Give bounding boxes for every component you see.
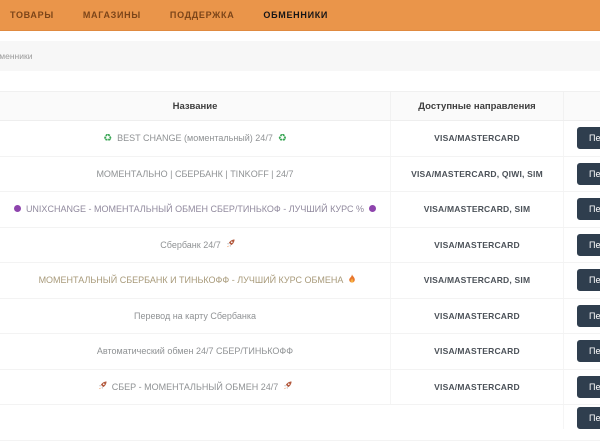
recycle-icon: ♻: [278, 133, 287, 144]
table-row: Сбербанк 24/7 VISA/MASTERCARD Перейти: [0, 228, 600, 264]
rocket-icon: [226, 239, 235, 248]
table-row: UNIXCHANGE - МОМЕНТАЛЬНЫЙ ОБМЕН СБЕР/ТИН…: [0, 192, 600, 228]
column-header-directions: Доступные направления: [390, 92, 563, 120]
nav-item-товары[interactable]: ТОВАРЫ: [10, 10, 54, 20]
exchanger-name-label: МОМЕНТАЛЬНЫЙ СБЕРБАНК И ТИНЬКОФФ - ЛУЧШИ…: [39, 275, 344, 285]
go-button[interactable]: Перейти: [577, 127, 600, 149]
go-button[interactable]: Перейти: [577, 163, 600, 185]
go-button[interactable]: Перейти: [577, 234, 600, 256]
exchanger-directions: VISA/MASTERCARD, QIWI, SIM: [390, 157, 563, 192]
crystal-ball-icon: [14, 205, 21, 212]
exchanger-name-label: СБЕР - МОМЕНТАЛЬНЫЙ ОБМЕН 24/7: [112, 382, 278, 392]
row-action-cell: Перейти: [563, 192, 600, 227]
row-action-cell: Перейти: [563, 157, 600, 192]
go-button[interactable]: Перейти: [577, 269, 600, 291]
exchanger-name-label: Сбербанк 24/7: [160, 240, 220, 250]
nav-item-обменники[interactable]: ОБМЕННИКИ: [263, 10, 328, 20]
go-button[interactable]: Перейти: [577, 376, 600, 398]
exchanger-name: Перевод на карту Сбербанка: [0, 299, 390, 334]
row-action-cell: Перейти: [563, 405, 600, 429]
row-action-cell: Перейти: [563, 370, 600, 405]
rocket-icon: [98, 381, 107, 390]
table-row: Перейти: [0, 405, 600, 441]
exchanger-name: Сбербанк 24/7: [0, 228, 390, 263]
column-header-name: Название: [0, 92, 390, 120]
exchanger-name: МОМЕНТАЛЬНЫЙ СБЕРБАНК И ТИНЬКОФФ - ЛУЧШИ…: [0, 263, 390, 298]
table-header: Название Доступные направления: [0, 92, 600, 121]
exchanger-directions: VISA/MASTERCARD: [390, 370, 563, 405]
breadcrumb-bar: Обменники: [0, 41, 600, 71]
recycle-icon: ♻: [103, 133, 112, 144]
table-row: ♻ BEST CHANGE (моментальный) 24/7 ♻ VISA…: [0, 121, 600, 157]
row-action-cell: Перейти: [563, 263, 600, 298]
exchanger-name-label: Автоматический обмен 24/7 СБЕР/ТИНЬКОФФ: [97, 346, 293, 356]
rocket-icon: [283, 381, 292, 390]
exchanger-directions: VISA/MASTERCARD: [390, 299, 563, 334]
exchanger-name-label: Перевод на карту Сбербанка: [134, 311, 256, 321]
table-body: ♻ BEST CHANGE (моментальный) 24/7 ♻ VISA…: [0, 121, 600, 441]
crystal-ball-icon: [369, 205, 376, 212]
go-button[interactable]: Перейти: [577, 340, 600, 362]
nav-item-поддержка[interactable]: ПОДДЕРЖКА: [170, 10, 235, 20]
exchanger-directions: VISA/MASTERCARD: [390, 334, 563, 369]
table-row: МОМЕНТАЛЬНО | СБЕРБАНК | TINKOFF | 24/7 …: [0, 157, 600, 193]
go-button[interactable]: Перейти: [577, 305, 600, 327]
exchanger-name: МОМЕНТАЛЬНО | СБЕРБАНК | TINKOFF | 24/7: [0, 157, 390, 192]
exchanger-name-label: UNIXCHANGE - МОМЕНТАЛЬНЫЙ ОБМЕН СБЕР/ТИН…: [26, 204, 364, 214]
table-row: МОМЕНТАЛЬНЫЙ СБЕРБАНК И ТИНЬКОФФ - ЛУЧШИ…: [0, 263, 600, 299]
row-action-cell: Перейти: [563, 228, 600, 263]
go-button[interactable]: Перейти: [577, 198, 600, 220]
table-row: Автоматический обмен 24/7 СБЕР/ТИНЬКОФФ …: [0, 334, 600, 370]
exchanger-name: UNIXCHANGE - МОМЕНТАЛЬНЫЙ ОБМЕН СБЕР/ТИН…: [0, 192, 390, 227]
fire-icon: [348, 274, 356, 284]
exchanger-directions: VISA/MASTERCARD: [390, 121, 563, 156]
row-action-cell: Перейти: [563, 334, 600, 369]
exchanger-directions: VISA/MASTERCARD, SIM: [390, 192, 563, 227]
exchanger-name-label: BEST CHANGE (моментальный) 24/7: [117, 133, 273, 143]
column-header-action: [563, 92, 600, 120]
row-action-cell: Перейти: [563, 299, 600, 334]
exchanger-directions: VISA/MASTERCARD: [390, 228, 563, 263]
row-action-cell: Перейти: [563, 121, 600, 156]
top-navbar: ТОВАРЫ МАГАЗИНЫ ПОДДЕРЖКА ОБМЕННИКИ: [0, 0, 600, 31]
table-row: Перевод на карту Сбербанка VISA/MASTERCA…: [0, 299, 600, 335]
nav-item-магазины[interactable]: МАГАЗИНЫ: [83, 10, 141, 20]
exchanger-directions: VISA/MASTERCARD, SIM: [390, 263, 563, 298]
exchanger-name: СБЕР - МОМЕНТАЛЬНЫЙ ОБМЕН 24/7: [0, 370, 390, 405]
go-button[interactable]: Перейти: [577, 407, 600, 429]
exchanger-name: Автоматический обмен 24/7 СБЕР/ТИНЬКОФФ: [0, 334, 390, 369]
exchangers-table: Название Доступные направления ♻ BEST CH…: [0, 91, 600, 441]
breadcrumb[interactable]: Обменники: [0, 51, 32, 61]
exchanger-name-label: МОМЕНТАЛЬНО | СБЕРБАНК | TINKOFF | 24/7: [96, 169, 293, 179]
exchanger-name: ♻ BEST CHANGE (моментальный) 24/7 ♻: [0, 121, 390, 156]
